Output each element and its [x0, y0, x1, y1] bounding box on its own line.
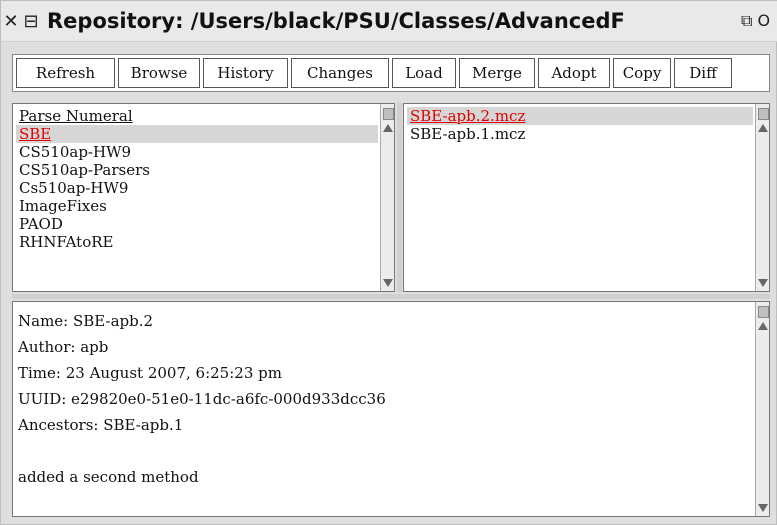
list-item[interactable]: CS510ap-Parsers	[16, 161, 378, 179]
window-menu-icon[interactable]: ⊟	[21, 11, 41, 32]
version-list[interactable]: SBE-apb.2.mcz SBE-apb.1.mcz	[403, 103, 770, 292]
adopt-button[interactable]: Adopt	[538, 58, 610, 88]
scroll-down-arrow-icon[interactable]	[758, 279, 768, 287]
detail-message: added a second method	[18, 468, 199, 486]
detail-time: Time: 23 August 2007, 6:25:23 pm	[18, 364, 282, 382]
detail-name: Name: SBE-apb.2	[18, 312, 154, 330]
list-item[interactable]: Cs510ap-HW9	[16, 179, 378, 197]
browse-button[interactable]: Browse	[118, 58, 200, 88]
scroll-up-arrow-icon[interactable]	[383, 124, 393, 132]
package-list[interactable]: Parse Numeral SBE CS510ap-HW9 CS510ap-Pa…	[12, 103, 395, 292]
detail-uuid: UUID: e29820e0-51e0-11dc-a6fc-000d933dcc…	[18, 390, 386, 408]
window-title: Repository: /Users/black/PSU/Classes/Adv…	[47, 9, 625, 33]
title-bar[interactable]: ✕ ⊟ Repository: /Users/black/PSU/Classes…	[1, 1, 777, 42]
detail-blank	[18, 438, 751, 464]
diff-button[interactable]: Diff	[674, 58, 732, 88]
list-item-selected[interactable]: SBE-apb.2.mcz	[407, 107, 753, 125]
package-list-scrollbar[interactable]	[380, 104, 394, 291]
scroll-down-arrow-icon[interactable]	[758, 504, 768, 512]
scroll-down-arrow-icon[interactable]	[383, 279, 393, 287]
list-item[interactable]: Parse Numeral	[16, 107, 378, 125]
merge-button[interactable]: Merge	[459, 58, 535, 88]
refresh-button[interactable]: Refresh	[16, 58, 115, 88]
load-button[interactable]: Load	[392, 58, 456, 88]
scroll-up-arrow-icon[interactable]	[758, 322, 768, 330]
scroll-thumb[interactable]	[758, 306, 769, 318]
vertical-splitter[interactable]	[397, 103, 402, 292]
list-item[interactable]: PAOD	[16, 215, 378, 233]
version-list-items: SBE-apb.2.mcz SBE-apb.1.mcz	[407, 107, 753, 288]
version-list-scrollbar[interactable]	[755, 104, 769, 291]
version-details[interactable]: Name: SBE-apb.2 Author: apb Time: 23 Aug…	[12, 301, 770, 517]
history-button[interactable]: History	[203, 58, 288, 88]
close-icon[interactable]: ✕	[1, 11, 21, 32]
details-text: Name: SBE-apb.2 Author: apb Time: 23 Aug…	[18, 308, 751, 510]
changes-button[interactable]: Changes	[291, 58, 389, 88]
scroll-up-arrow-icon[interactable]	[758, 124, 768, 132]
scroll-thumb[interactable]	[758, 108, 769, 120]
horizontal-splitter[interactable]	[12, 294, 770, 299]
copy-button[interactable]: Copy	[613, 58, 671, 88]
collapse-expand-icons[interactable]: ⧉ O	[741, 11, 770, 31]
list-item[interactable]: RHNFAtoRE	[16, 233, 378, 251]
list-item-selected[interactable]: SBE	[16, 125, 378, 143]
package-list-items: Parse Numeral SBE CS510ap-HW9 CS510ap-Pa…	[16, 107, 378, 288]
scroll-thumb[interactable]	[383, 108, 394, 120]
details-scrollbar[interactable]	[755, 302, 769, 516]
list-item[interactable]: SBE-apb.1.mcz	[407, 125, 753, 143]
repository-window: ✕ ⊟ Repository: /Users/black/PSU/Classes…	[0, 0, 777, 525]
list-item[interactable]: ImageFixes	[16, 197, 378, 215]
detail-author: Author: apb	[18, 338, 109, 356]
list-item[interactable]: CS510ap-HW9	[16, 143, 378, 161]
toolbar: Refresh Browse History Changes Load Merg…	[12, 54, 770, 92]
detail-ancestors: Ancestors: SBE-apb.1	[18, 416, 184, 434]
